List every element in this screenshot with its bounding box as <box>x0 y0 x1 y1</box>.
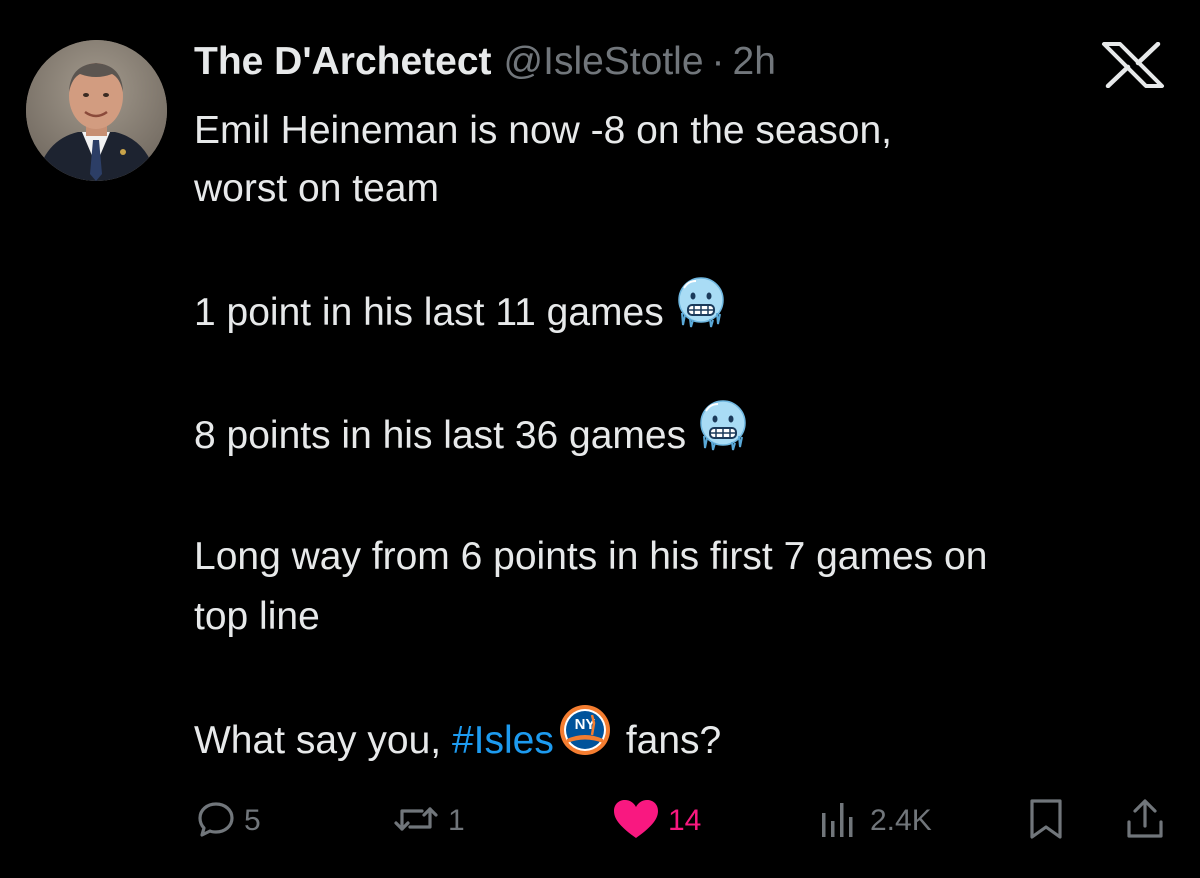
avatar[interactable] <box>26 40 167 181</box>
views-button[interactable]: 2.4K <box>818 793 932 849</box>
reply-button[interactable]: 5 <box>196 793 261 849</box>
share-button[interactable] <box>1124 793 1166 849</box>
action-bar: 5 1 14 2.4K <box>0 793 1200 849</box>
tweet-text: fans? <box>625 718 722 762</box>
cold-face-emoji-icon <box>674 275 728 346</box>
tweet-text-line-1: Emil Heineman is now -8 on the season, <box>194 109 893 152</box>
user-handle[interactable]: @IsleStotle <box>504 36 704 88</box>
timestamp[interactable]: 2h <box>733 36 776 88</box>
x-logo-icon <box>1098 41 1168 89</box>
view-count: 2.4K <box>870 804 932 837</box>
bookmark-button[interactable] <box>1026 793 1066 849</box>
display-name[interactable]: The D'Archetect <box>194 36 492 88</box>
ny-islanders-logo-icon: NY <box>558 703 612 774</box>
tweet-card[interactable]: The D'Archetect @IsleStotle · 2h Emil He… <box>0 0 1200 878</box>
bookmark-icon <box>1026 798 1066 845</box>
tweet-text: What say you, <box>194 718 442 762</box>
share-icon <box>1124 798 1166 845</box>
tweet-text-line-7: What say you, #Isles NY fans? <box>194 705 722 774</box>
heart-icon <box>612 798 660 845</box>
reply-count: 5 <box>244 804 261 837</box>
like-button[interactable]: 14 <box>612 793 701 849</box>
tweet-text: 1 point in his last 11 games <box>194 290 664 334</box>
tweet-text-line-4: 8 points in his last 36 games <box>194 400 750 469</box>
tweet-text-line-6: top line <box>194 595 320 638</box>
cold-face-emoji-icon <box>696 398 750 469</box>
tweet-text-line-3: 1 point in his last 11 games <box>194 277 728 346</box>
repost-count: 1 <box>448 804 465 837</box>
header-separator: · <box>711 40 725 83</box>
analytics-icon <box>818 799 862 844</box>
tweet-text-line-5: Long way from 6 points in his first 7 ga… <box>194 535 988 578</box>
like-count: 14 <box>668 804 702 837</box>
tweet-text: 8 points in his last 36 games <box>194 413 687 457</box>
reply-icon <box>196 799 236 844</box>
tweet-text-line-2: worst on team <box>194 167 439 210</box>
hashtag-link[interactable]: #Isles <box>452 719 554 762</box>
repost-icon <box>392 799 440 844</box>
tweet-header: The D'Archetect @IsleStotle · 2h <box>194 36 776 88</box>
repost-button[interactable]: 1 <box>392 793 465 849</box>
